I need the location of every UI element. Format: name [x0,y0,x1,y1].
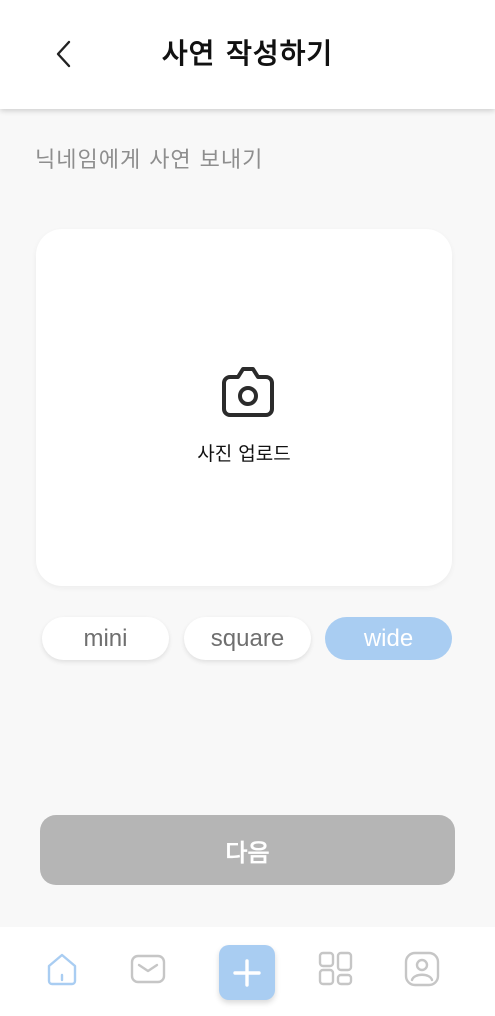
app-header: 사연 작성하기 [0,0,495,109]
tab-profile[interactable] [402,949,442,989]
tab-create[interactable] [219,945,275,1000]
size-option-mini[interactable]: mini [42,617,169,660]
recipient-subtitle: 닉네임에게 사연 보내기 [35,148,264,173]
grid-icon [318,951,353,986]
page-title: 사연 작성하기 [161,37,334,70]
home-icon [47,953,77,986]
size-option-wide[interactable]: wide [325,617,452,660]
photo-upload-area[interactable]: 사진 업로드 [36,229,452,586]
mail-icon [130,954,166,984]
plus-icon [233,958,261,987]
profile-icon [404,951,440,987]
tab-grid[interactable] [316,949,356,989]
camera-icon [222,367,274,417]
bottom-tab-bar [0,927,495,1016]
tab-mail[interactable] [128,949,168,989]
tab-home[interactable] [42,949,82,989]
next-button[interactable]: 다음 [40,815,455,885]
size-option-square[interactable]: square [184,617,311,660]
upload-label: 사진 업로드 [197,443,291,465]
